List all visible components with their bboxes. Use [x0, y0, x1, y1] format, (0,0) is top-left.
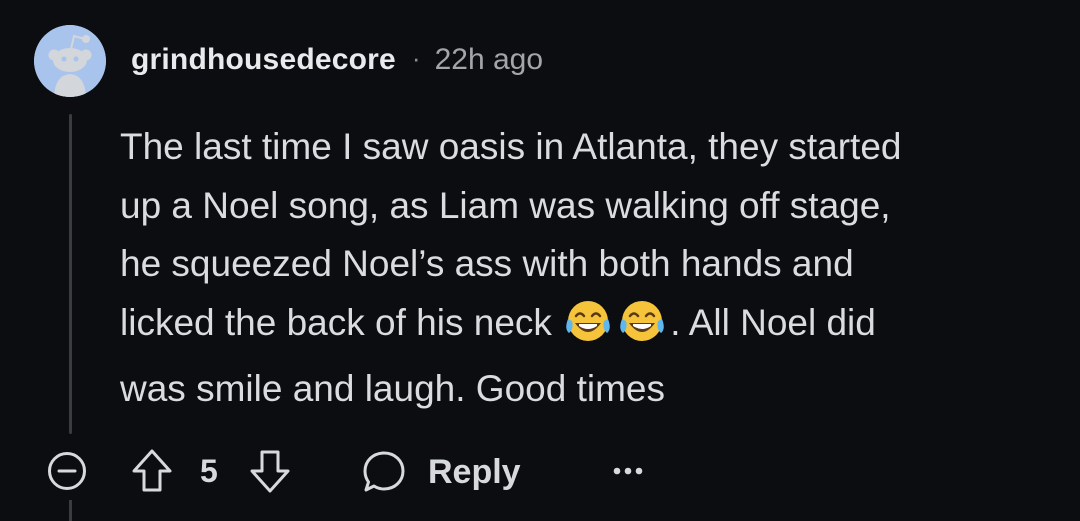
meta-separator: · — [411, 42, 421, 73]
reply-label: Reply — [428, 452, 521, 491]
vote-score: 5 — [200, 453, 218, 489]
face-with-tears-of-joy-icon — [616, 299, 670, 361]
minus-circle-icon — [48, 452, 86, 490]
avatar[interactable] — [34, 25, 106, 97]
arrow-down-icon — [250, 450, 290, 493]
ellipsis-icon — [613, 467, 643, 475]
comment-line-1: The last time I saw oasis in Atlanta, th… — [120, 126, 902, 167]
speech-bubble-icon — [363, 451, 405, 492]
comment-line-4-end: . All Noel did — [670, 301, 876, 343]
arrow-up-icon — [132, 449, 172, 492]
collapse-button[interactable] — [47, 451, 87, 491]
comment-actions: 5 Reply — [0, 440, 1080, 504]
comment-timestamp: 22h ago — [434, 43, 544, 76]
author-username[interactable]: grindhousedecore — [131, 43, 396, 77]
comment-line-3: he squeezed Noel’s ass with both hands a… — [120, 243, 854, 284]
comment-line-5: was smile and laugh. Good times — [120, 368, 665, 409]
thread-line[interactable] — [69, 114, 72, 434]
reply-button[interactable]: Reply — [360, 446, 521, 498]
comment-line-2: up a Noel song, as Liam was walking off … — [120, 184, 891, 226]
downvote-button[interactable] — [249, 448, 291, 494]
snoo-avatar-icon — [34, 25, 106, 97]
more-options-button[interactable] — [608, 456, 648, 486]
comment-header: grindhousedecore · 22h ago — [131, 38, 543, 82]
comment: grindhousedecore · 22h ago The last time… — [0, 0, 1080, 521]
comment-body: The last time I saw oasis in Atlanta, th… — [120, 118, 1055, 419]
face-with-tears-of-joy-icon — [562, 299, 616, 361]
upvote-button[interactable] — [131, 448, 173, 494]
comment-line-4-start: licked the back of his neck — [120, 301, 563, 343]
